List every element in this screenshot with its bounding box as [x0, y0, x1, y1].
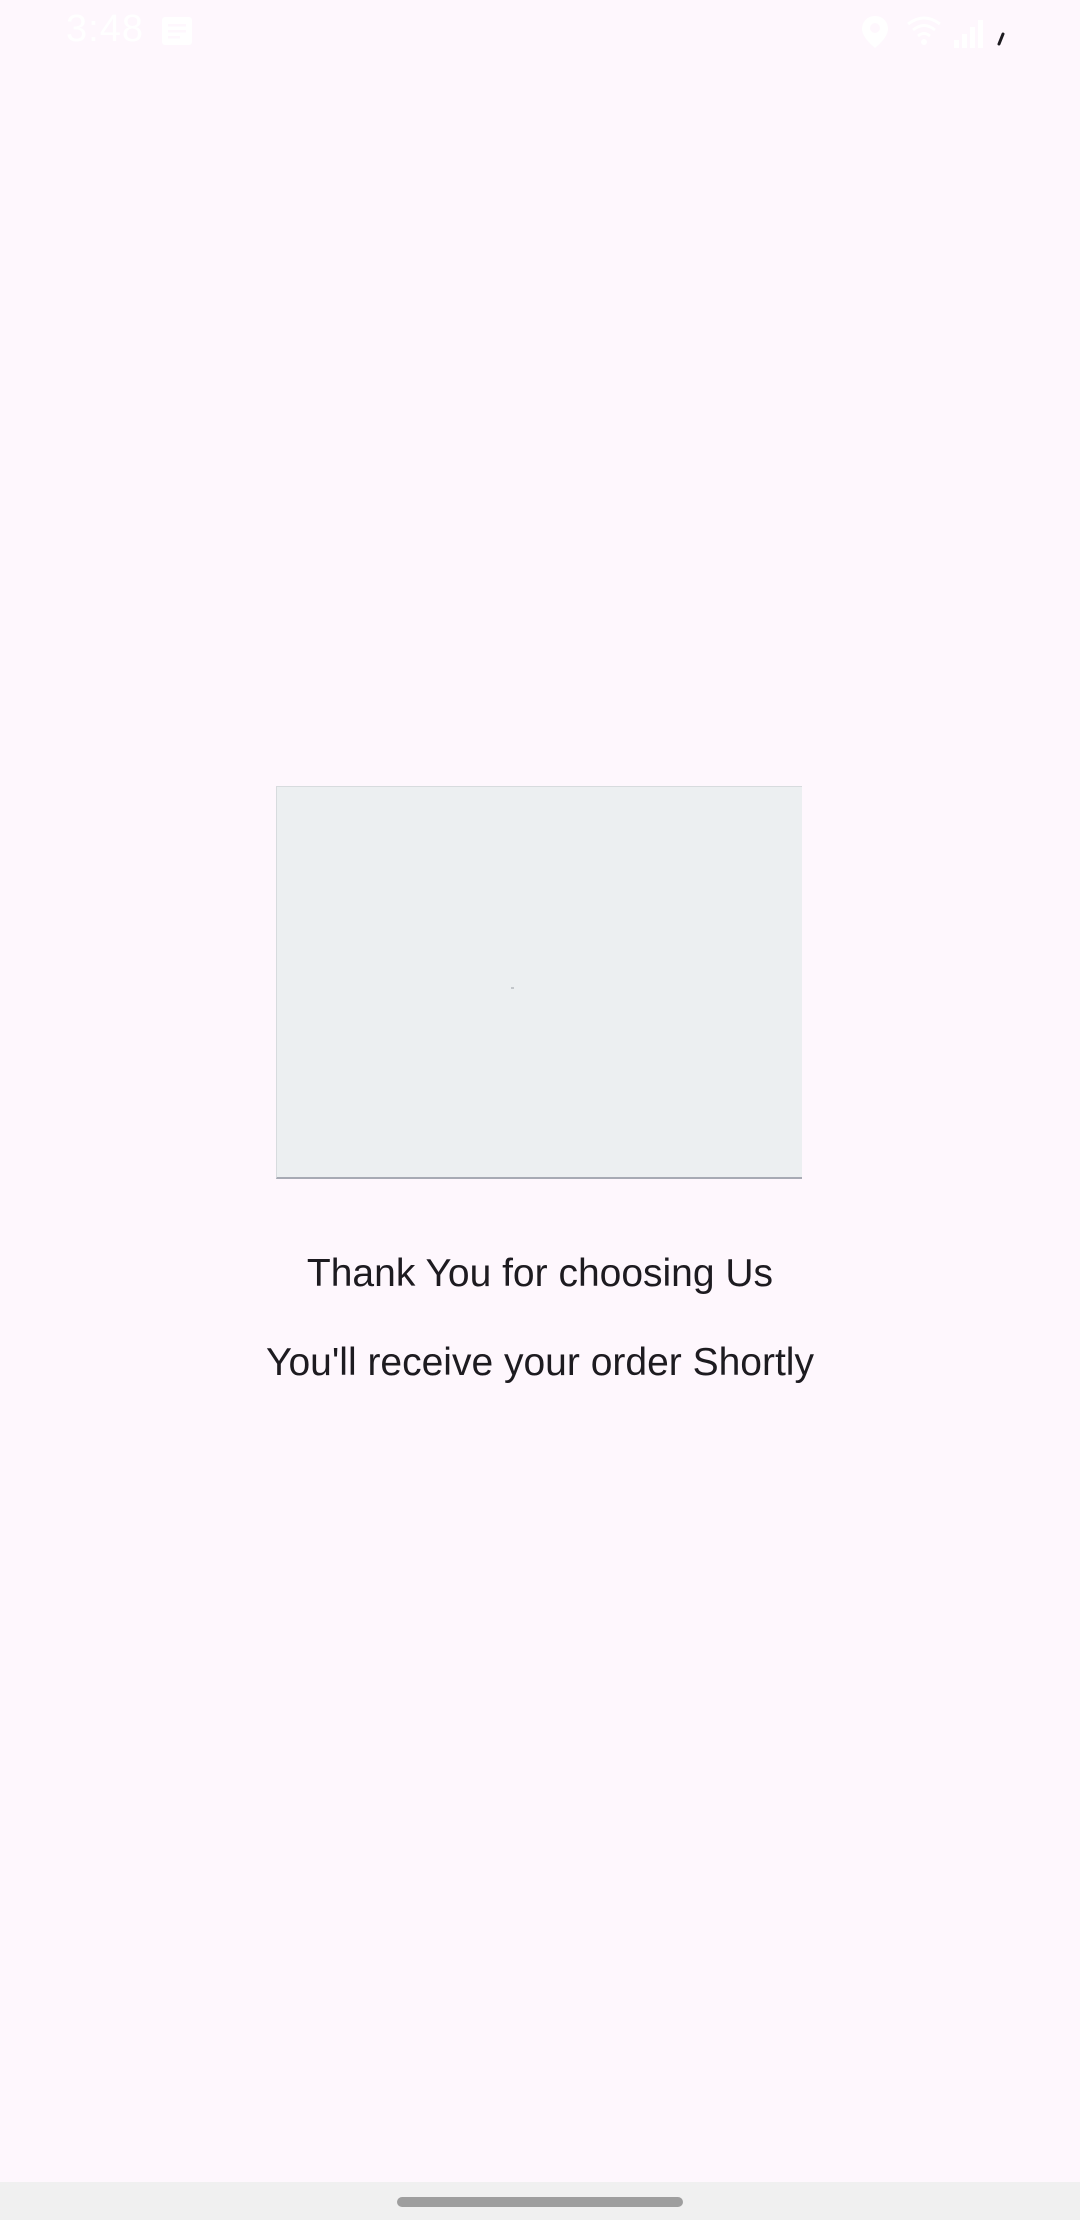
battery-icon — [997, 32, 1005, 46]
image-loading-dot — [511, 987, 514, 989]
order-confirmation-image — [276, 786, 802, 1179]
thank-you-message: Thank You for choosing Us — [306, 1252, 774, 1295]
home-gesture-handle[interactable] — [397, 2197, 683, 2207]
wifi-icon — [907, 16, 941, 45]
status-time: 3:48 — [66, 8, 144, 50]
status-bar: 3:48 — [0, 0, 1080, 64]
signal-icon — [954, 20, 983, 48]
order-status-message: You'll receive your order Shortly — [266, 1341, 814, 1384]
navigation-bar — [0, 2182, 1080, 2220]
notification-icon — [162, 17, 192, 45]
location-icon — [862, 16, 888, 48]
